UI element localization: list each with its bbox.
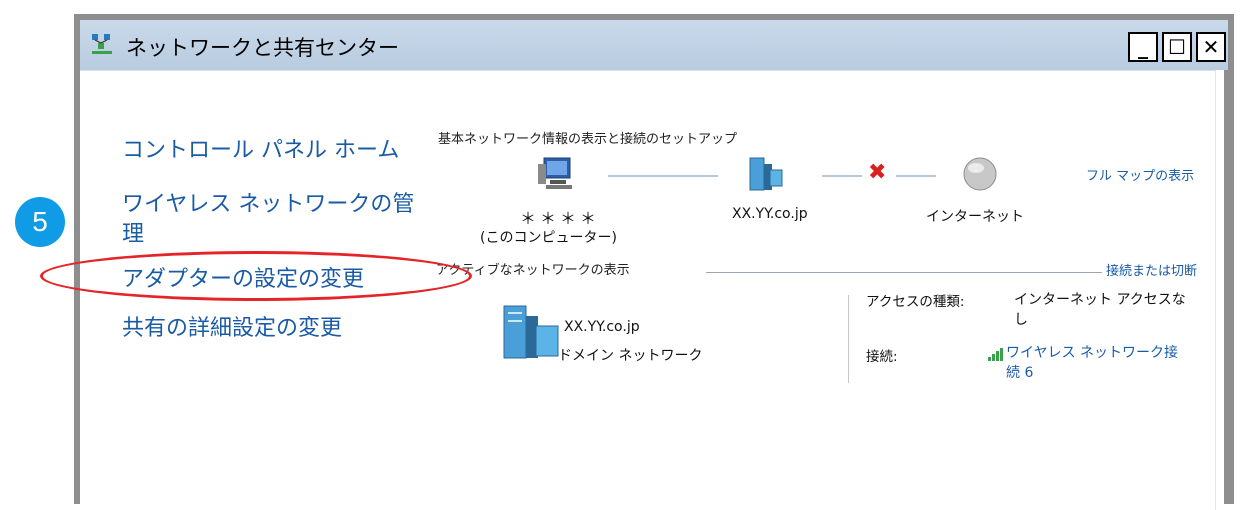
computer-icon[interactable] <box>536 154 578 194</box>
divider <box>80 70 1216 71</box>
network-icon <box>92 34 112 54</box>
internet-label: インターネット <box>926 209 1024 225</box>
computer-name: ＊＊＊＊ <box>520 209 601 228</box>
window-title: ネットワークと共有センター <box>126 36 399 60</box>
access-type-value: インターネット アクセスな し <box>1014 292 1186 328</box>
active-network-type: ドメイン ネットワーク <box>558 348 703 364</box>
vertical-divider <box>848 295 849 383</box>
maximize-button[interactable]: ☐ <box>1162 32 1192 62</box>
step-number-badge: 5 <box>15 197 65 247</box>
connection-label: 接続: <box>866 349 898 365</box>
sidebar-item-wireless-manage[interactable]: ワイヤレス ネットワークの管 理 <box>122 190 442 250</box>
active-network-name: XX.YY.co.jp <box>564 319 640 335</box>
close-button[interactable]: ✕ <box>1196 32 1226 62</box>
wireless-connection-link[interactable]: ワイヤレス ネットワーク接 続 6 <box>1006 343 1178 383</box>
link-line <box>822 175 862 177</box>
wireless-signal-icon <box>988 348 1003 361</box>
scrollbar-edge <box>1215 70 1216 510</box>
highlight-ellipse <box>40 251 472 301</box>
minimize-icon: _ <box>1138 35 1148 59</box>
domain-name: XX.YY.co.jp <box>732 206 808 222</box>
disconnected-x-icon: ✖ <box>868 160 887 185</box>
link-line <box>608 175 718 177</box>
title-bar[interactable]: ネットワークと共有センター _ ☐ ✕ <box>80 20 1228 70</box>
section-divider <box>706 272 1102 273</box>
access-type-label: アクセスの種類: <box>866 294 965 310</box>
minimize-button[interactable]: _ <box>1128 32 1158 62</box>
domain-server-icon[interactable] <box>744 154 786 194</box>
sidebar-item-advanced-sharing[interactable]: 共有の詳細設定の変更 <box>122 314 342 344</box>
maximize-icon: ☐ <box>1168 35 1186 59</box>
basic-network-heading: 基本ネットワーク情報の表示と接続のセットアップ <box>438 132 738 147</box>
connect-disconnect-link[interactable]: 接続または切断 <box>1106 260 1197 279</box>
full-map-link[interactable]: フル マップの表示 <box>1086 165 1194 184</box>
link-line <box>896 175 936 177</box>
close-icon: ✕ <box>1202 35 1220 59</box>
internet-globe-icon[interactable] <box>960 154 1000 194</box>
computer-subtitle: (このコンピューター) <box>480 230 617 246</box>
domain-network-icon <box>503 305 559 359</box>
sidebar-item-control-panel-home[interactable]: コントロール パネル ホーム <box>122 136 399 166</box>
